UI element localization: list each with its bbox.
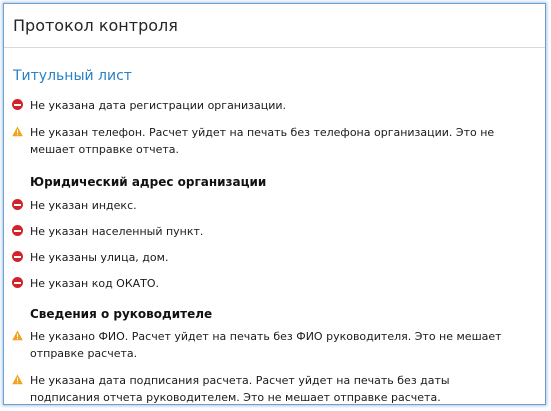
message-item: Не указаны улица, дом.: [12, 249, 512, 266]
subsection-title: Юридический адрес организации: [30, 175, 267, 189]
message-item: Не указан телефон. Расчет уйдет на печат…: [12, 124, 512, 158]
control-protocol-panel: Протокол контроля Титульный лист Не указ…: [3, 3, 546, 405]
warning-triangle-icon: [12, 374, 23, 385]
message-text: Не указан код ОКАТО.: [30, 277, 160, 290]
warning-triangle-icon: [12, 126, 23, 137]
error-circle-icon: [12, 251, 23, 262]
message-item: Не указано ФИО. Расчет уйдет на печать б…: [12, 328, 512, 362]
error-circle-icon: [12, 199, 23, 210]
section-title-link[interactable]: Титульный лист: [13, 68, 132, 84]
panel-header: Протокол контроля: [4, 4, 545, 48]
message-text: Не указан телефон. Расчет уйдет на печат…: [30, 126, 495, 156]
error-circle-icon: [12, 277, 23, 288]
message-text: Не указана дата регистрации организации.: [30, 99, 287, 112]
message-text: Не указано ФИО. Расчет уйдет на печать б…: [30, 330, 502, 360]
message-text: Не указана дата подписания расчета. Расч…: [30, 374, 450, 404]
error-circle-icon: [12, 99, 23, 110]
message-item: Не указан код ОКАТО.: [12, 275, 512, 292]
message-item: Не указан индекс.: [12, 197, 512, 214]
message-item: Не указана дата регистрации организации.: [12, 97, 512, 114]
page-title: Протокол контроля: [13, 16, 178, 35]
message-text: Не указаны улица, дом.: [30, 251, 169, 264]
error-circle-icon: [12, 225, 23, 236]
subsection-title: Сведения о руководителе: [30, 307, 213, 321]
message-item: Не указан населенный пункт.: [12, 223, 512, 240]
message-item: Не указана дата подписания расчета. Расч…: [12, 372, 512, 404]
message-text: Не указан населенный пункт.: [30, 225, 204, 238]
warning-triangle-icon: [12, 330, 23, 341]
message-text: Не указан индекс.: [30, 199, 137, 212]
